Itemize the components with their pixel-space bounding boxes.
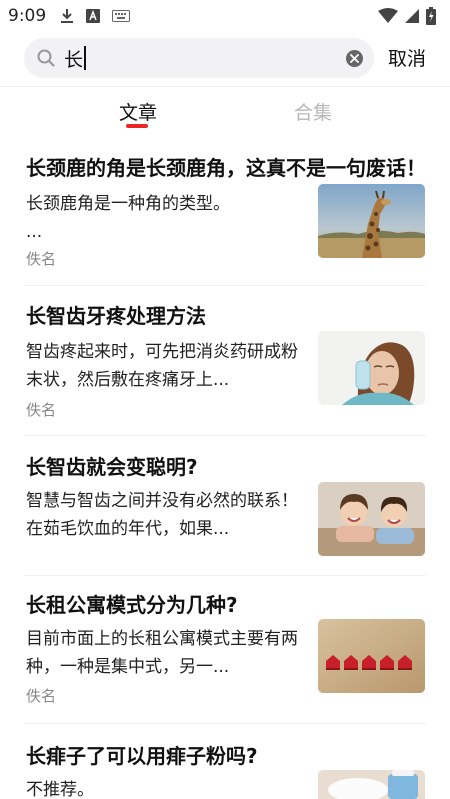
article-title: 长租公寓模式分为几种? [26, 593, 238, 617]
status-time: 9:09 [8, 6, 47, 26]
clear-search-icon[interactable] [346, 50, 363, 67]
battery-charging-icon [426, 7, 436, 25]
text-caret [84, 46, 87, 70]
article-summary-line: 在茹毛饮血的年代，如果... [26, 519, 230, 539]
article-author: 佚名 [26, 250, 57, 268]
article-summary: 智齿疼起来时，可先把消炎药研成粉 末状，然后敷在疼痛牙上... [26, 338, 308, 394]
article-summary-line: 长颈鹿角是一种角的类型。 [26, 194, 230, 214]
cancel-button[interactable]: 取消 [388, 44, 426, 71]
article-summary-line: 智慧与智齿之间并没有必然的联系！ [26, 491, 298, 511]
header-divider [0, 86, 450, 87]
font-app-icon [86, 9, 101, 23]
article-summary-line: 智齿疼起来时，可先把消炎药研成粉 [26, 342, 298, 362]
article-title: 长颈鹿的角是长颈鹿角，这真不是一句废话！ [26, 156, 426, 180]
active-tab-indicator [126, 124, 148, 128]
article-summary-line: 目前市面上的长租公寓模式主要有两 [26, 629, 298, 649]
wifi-icon [378, 8, 398, 24]
article-author: 佚名 [26, 401, 57, 419]
tab-bar: 文章 合集 [0, 96, 450, 132]
search-icon [37, 49, 55, 67]
article-title: 长智齿牙疼处理方法 [26, 304, 206, 328]
article-summary-line: ... [26, 222, 43, 242]
article-title: 长智齿就会变聪明? [26, 455, 198, 479]
search-input-value: 长 [64, 48, 84, 71]
search-box[interactable]: 长 [24, 38, 374, 78]
article-title: 长痱子了可以用痱子粉吗? [26, 744, 258, 768]
article-thumbnail-toothache [318, 331, 425, 405]
article-divider [24, 575, 426, 576]
article-thumbnail-houses [318, 619, 425, 693]
article-divider [24, 435, 426, 436]
download-icon [60, 8, 74, 24]
signal-icon [404, 8, 420, 24]
article-summary: 目前市面上的长租公寓模式主要有两 种，一种是集中式，另一... [26, 625, 308, 681]
article-thumbnail-children [318, 482, 425, 556]
search-input[interactable]: 长 [64, 44, 324, 72]
article-summary: 智慧与智齿之间并没有必然的联系！ 在茹毛饮血的年代，如果... [26, 487, 308, 543]
article-divider [24, 285, 426, 286]
article-thumbnail-powder [318, 770, 425, 799]
status-icons-left [60, 8, 131, 24]
keyboard-icon [112, 10, 131, 22]
article-summary: 长颈鹿角是一种角的类型。 ... [26, 190, 308, 246]
search-row: 长 取消 [0, 38, 450, 78]
status-icons-right [378, 7, 436, 25]
status-bar: 9:09 [0, 0, 450, 32]
article-summary-line: 末状，然后敷在疼痛牙上... [26, 370, 230, 390]
article-summary-line: 不推荐。 [26, 780, 94, 799]
article-author: 佚名 [26, 687, 57, 705]
tab-collections[interactable]: 合集 [294, 98, 332, 125]
article-thumbnail-giraffe [318, 184, 425, 258]
article-summary-line: 种，一种是集中式，另一... [26, 657, 230, 677]
tab-articles[interactable]: 文章 [119, 98, 157, 125]
article-divider [24, 723, 426, 724]
article-summary: 不推荐。 [26, 776, 308, 799]
